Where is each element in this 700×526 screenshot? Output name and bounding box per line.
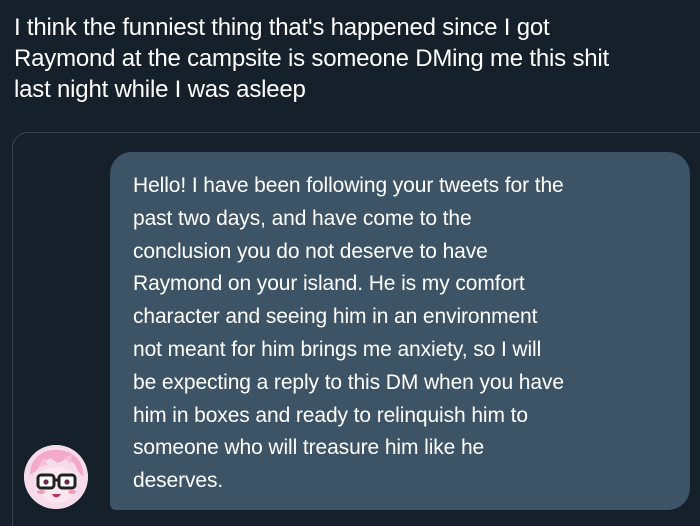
dm-message-line: him in boxes and ready to relinquish him…	[133, 403, 528, 427]
tweet-text-line: last night while I was asleep	[14, 76, 306, 103]
dm-message-line: someone who will treasure him like he	[133, 436, 485, 460]
dm-message-line: be expecting a reply to this DM when you…	[133, 370, 564, 394]
tweet-text: I think the funniest thing that's happen…	[14, 12, 694, 105]
dm-message-line: deserves.	[133, 469, 224, 493]
dm-message-line: Raymond on your island. He is my comfort	[133, 272, 525, 296]
dm-message-line: past two days, and have come to the	[133, 206, 472, 230]
dm-message-line: character and seeing him in an environme…	[133, 305, 538, 329]
dm-message-line: not meant for him brings me anxiety, so …	[133, 337, 542, 361]
sender-avatar[interactable]	[24, 445, 88, 509]
anime-avatar-with-glasses-icon	[24, 445, 88, 509]
dm-message-text: Hello! I have been following your tweets…	[133, 170, 678, 498]
tweet-text-line: Raymond at the campsite is someone DMing…	[14, 45, 609, 72]
tweet-text-line: I think the funniest thing that's happen…	[14, 14, 550, 41]
dm-message-line: Hello! I have been following your tweets…	[133, 174, 564, 197]
dm-message-line: conclusion you do not deserve to have	[133, 239, 488, 263]
